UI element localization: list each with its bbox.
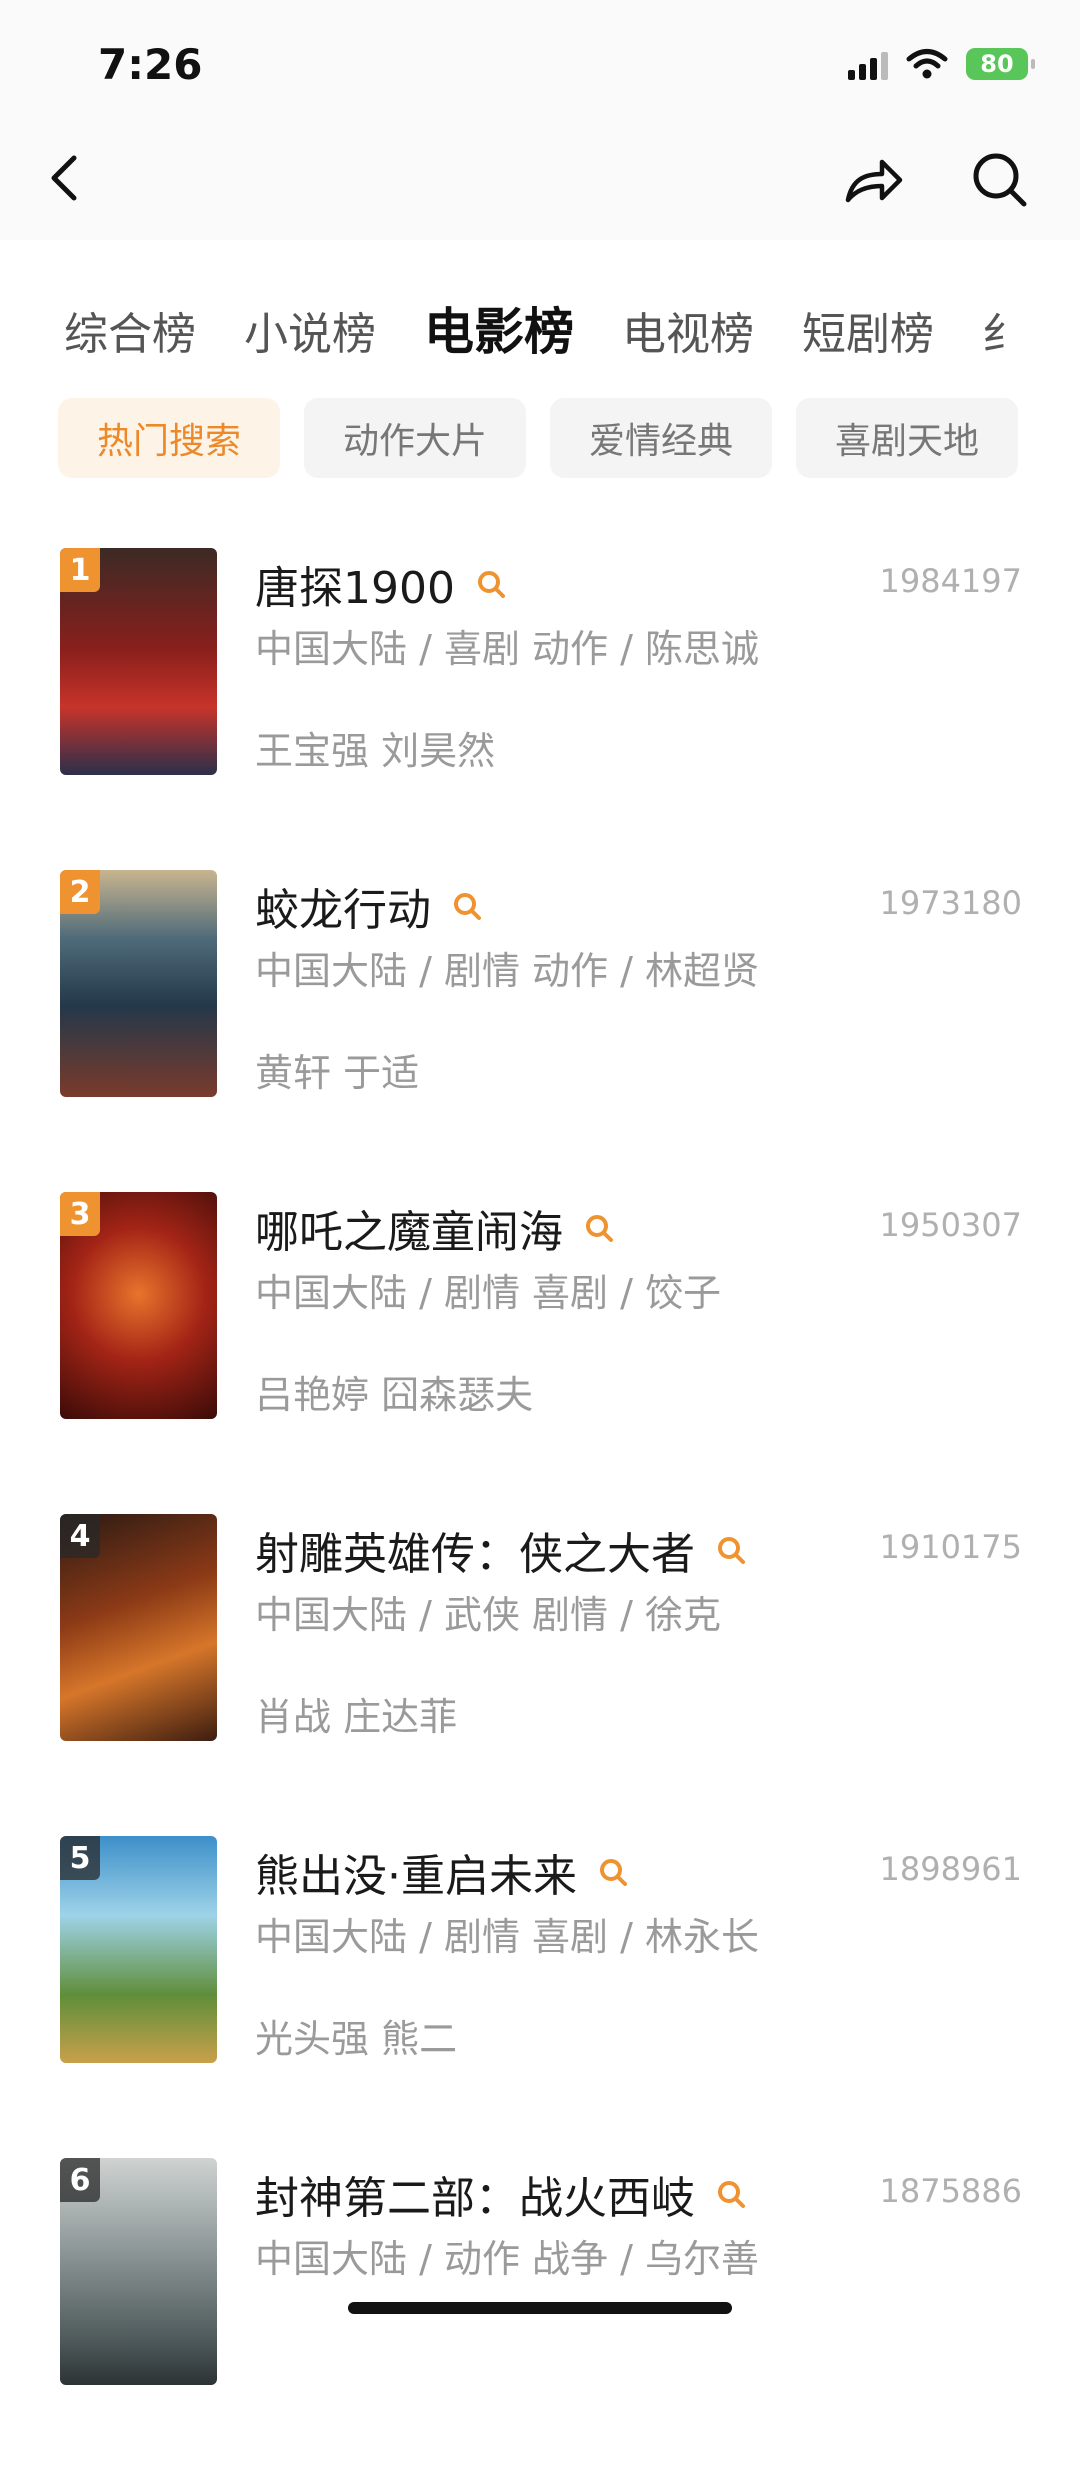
movie-title[interactable]: 封神第二部：战火西岐 [255,2162,695,2226]
status-time: 7:26 [98,40,203,89]
battery-icon: 80 [966,48,1035,80]
tab-short-drama[interactable]: 短剧榜 [802,298,934,362]
rank-badge: 2 [60,870,100,914]
search-icon[interactable] [583,1212,615,1244]
tab-movie[interactable]: 电影榜 [424,292,574,362]
movie-poster[interactable]: 5 [60,1836,217,2063]
movie-cast: 光头强 熊二 [255,2017,458,2061]
movie-title[interactable]: 熊出没·重启未来 [255,1840,577,1904]
header-background [0,0,1080,240]
movie-poster[interactable]: 4 [60,1514,217,1741]
heat-score: 1875886 [879,2172,1022,2210]
movie-title[interactable]: 哪吒之魔童闹海 [255,1196,563,1260]
rank-badge: 6 [60,2158,100,2202]
search-icon[interactable] [968,148,1032,212]
movie-title[interactable]: 唐探1900 [255,552,455,616]
heat-score: 1910175 [879,1528,1022,1566]
heat-score: 1898961 [879,1850,1022,1888]
movie-poster[interactable]: 6 [60,2158,217,2385]
list-item[interactable]: 2 蛟龙行动 1973180 中国大陆 / 剧情 动作 / 林超贤 黄轩 于适 [0,870,1080,1192]
list-item[interactable]: 6 封神第二部：战火西岐 1875886 中国大陆 / 动作 战争 / 乌尔善 [0,2158,1080,2480]
tab-more[interactable]: 纟 [982,298,1026,362]
chip-hot-search[interactable]: 热门搜索 [58,398,280,478]
list-item[interactable]: 5 熊出没·重启未来 1898961 中国大陆 / 剧情 喜剧 / 林永长 光头… [0,1836,1080,2158]
search-icon[interactable] [715,2178,747,2210]
heat-score: 1950307 [879,1206,1022,1244]
list-item[interactable]: 3 哪吒之魔童闹海 1950307 中国大陆 / 剧情 喜剧 / 饺子 吕艳婷 … [0,1192,1080,1514]
movie-poster[interactable]: 1 [60,548,217,775]
search-icon[interactable] [597,1856,629,1888]
movie-meta: 中国大陆 / 剧情 喜剧 / 林永长 [255,1915,760,1959]
rank-badge: 1 [60,548,100,592]
movie-title[interactable]: 蛟龙行动 [255,874,431,938]
search-icon[interactable] [451,890,483,922]
battery-level: 80 [980,50,1014,78]
ranking-tabs: 综合榜 小说榜 电影榜 电视榜 短剧榜纟 [64,292,1044,362]
movie-ranking-list: 1 唐探1900 1984197 中国大陆 / 喜剧 动作 / 陈思诚 王宝强 … [0,548,1080,2480]
list-item[interactable]: 4 射雕英雄传：侠之大者 1910175 中国大陆 / 武侠 剧情 / 徐克 肖… [0,1514,1080,1836]
back-button[interactable] [40,148,90,208]
heat-score: 1973180 [879,884,1022,922]
movie-cast: 黄轩 于适 [255,1051,420,1095]
heat-score: 1984197 [879,562,1022,600]
tab-overall[interactable]: 综合榜 [64,298,196,362]
wifi-icon [906,49,948,79]
cellular-signal-icon [848,48,888,80]
home-indicator[interactable] [348,2302,732,2314]
movie-cast: 肖战 庄达菲 [255,1695,458,1739]
chip-action[interactable]: 动作大片 [304,398,526,478]
rank-badge: 3 [60,1192,100,1236]
status-indicators: 80 [848,48,1035,80]
movie-meta: 中国大陆 / 喜剧 动作 / 陈思诚 [255,627,760,671]
movie-poster[interactable]: 3 [60,1192,217,1419]
movie-title[interactable]: 射雕英雄传：侠之大者 [255,1518,695,1582]
list-item[interactable]: 1 唐探1900 1984197 中国大陆 / 喜剧 动作 / 陈思诚 王宝强 … [0,548,1080,870]
movie-cast: 王宝强 刘昊然 [255,729,496,773]
search-icon[interactable] [715,1534,747,1566]
movie-meta: 中国大陆 / 剧情 喜剧 / 饺子 [255,1271,722,1315]
movie-meta: 中国大陆 / 剧情 动作 / 林超贤 [255,949,760,993]
chip-romance[interactable]: 爱情经典 [550,398,772,478]
rank-badge: 4 [60,1514,100,1558]
category-chips: 热门搜索 动作大片 爱情经典 喜剧天地 [58,398,1018,478]
tab-tv[interactable]: 电视榜 [622,298,754,362]
share-icon[interactable] [840,150,906,210]
search-icon[interactable] [475,568,507,600]
chip-comedy[interactable]: 喜剧天地 [796,398,1018,478]
tab-novel[interactable]: 小说榜 [244,298,376,362]
movie-cast: 吕艳婷 囧森瑟夫 [255,1373,534,1417]
movie-poster[interactable]: 2 [60,870,217,1097]
movie-meta: 中国大陆 / 武侠 剧情 / 徐克 [255,1593,722,1637]
rank-badge: 5 [60,1836,100,1880]
movie-meta: 中国大陆 / 动作 战争 / 乌尔善 [255,2237,760,2281]
